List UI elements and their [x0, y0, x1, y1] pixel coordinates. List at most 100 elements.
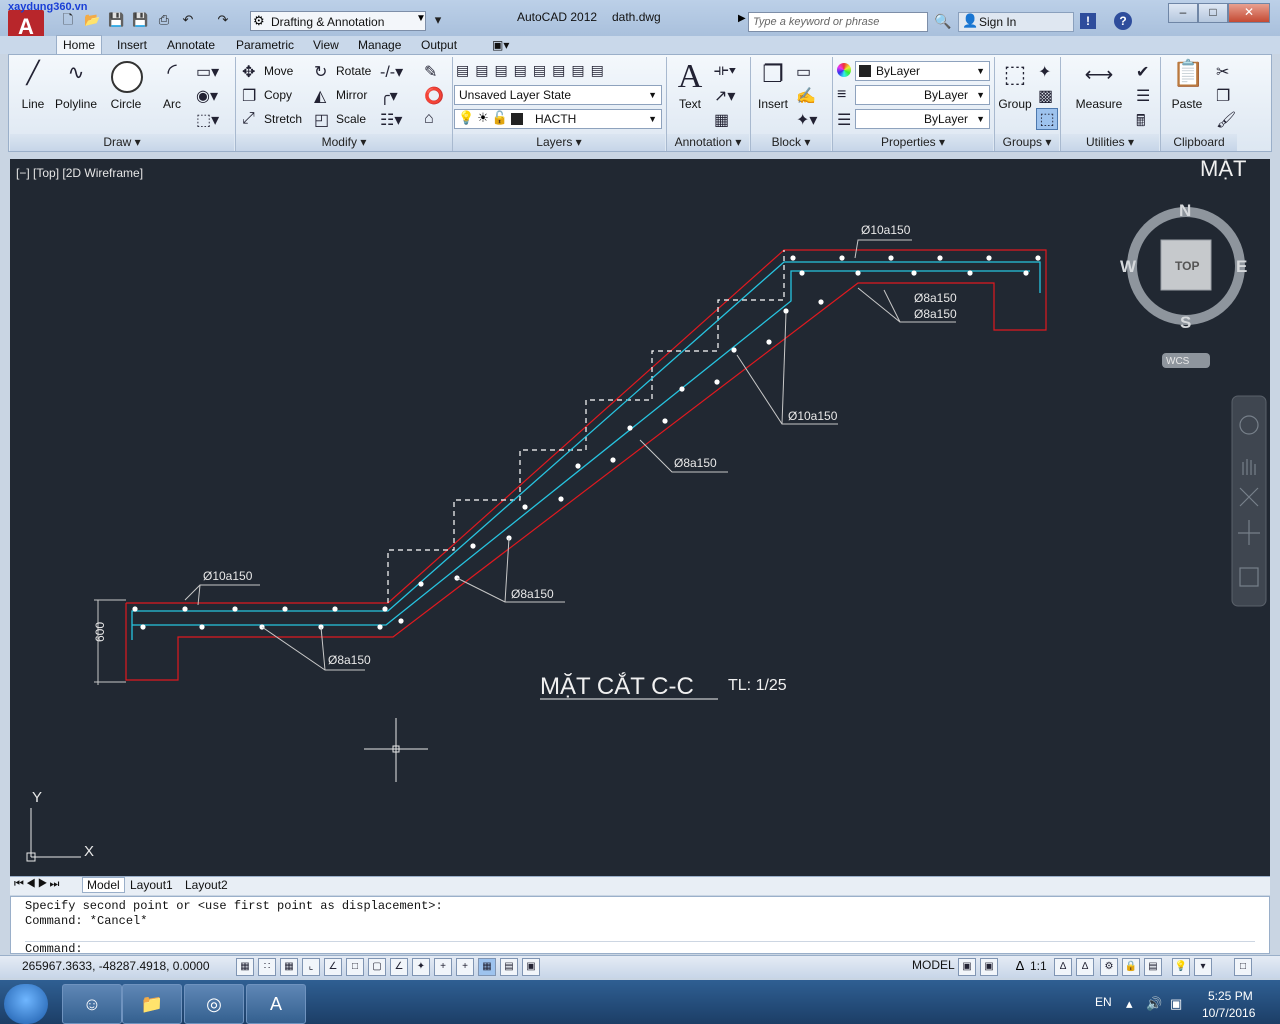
layer-state-dropdown[interactable]: Unsaved Layer State ▼	[454, 85, 662, 105]
object-snap-tracking-icon[interactable]: ∠	[390, 958, 408, 976]
exchange-icon[interactable]: !	[1080, 13, 1096, 29]
network-icon[interactable]: ▣	[1170, 996, 1182, 1012]
arc-icon[interactable]: ◜	[157, 58, 187, 87]
trim-icon[interactable]: -/-▾	[380, 62, 403, 82]
rebar-label-4[interactable]: Ø8a150	[674, 456, 717, 470]
circle-button[interactable]: Circle	[106, 97, 146, 111]
tab-view[interactable]: View	[307, 36, 345, 54]
rebar-label-7[interactable]: Ø8a150	[914, 291, 957, 305]
compass-e[interactable]: E	[1236, 257, 1247, 276]
tab-home[interactable]: Home	[56, 35, 103, 55]
save-as-icon[interactable]: 💾	[132, 12, 148, 28]
draw-panel-title[interactable]: Draw ▾	[10, 134, 234, 151]
drawing-area[interactable]: Ø10a150 Ø8a150 Ø8a150 Ø8a150 Ø10a150 Ø10…	[10, 159, 1270, 876]
navigation-bar[interactable]	[1231, 395, 1267, 607]
section-title[interactable]: MẶT CẮT C-C	[540, 672, 694, 700]
rebar-label-5[interactable]: Ø10a150	[788, 409, 838, 423]
close-button[interactable]: ✕	[1228, 3, 1270, 23]
open-folder-icon[interactable]: 📂	[84, 12, 100, 28]
taskbar-autocad[interactable]: A	[246, 984, 306, 1024]
compass-n[interactable]: N	[1179, 201, 1191, 220]
rotate-button[interactable]: Rotate	[336, 64, 371, 78]
text-button[interactable]: Text	[672, 97, 708, 111]
transparency-icon[interactable]: ▦	[478, 958, 496, 976]
polar-tracking-icon[interactable]: ∠	[324, 958, 342, 976]
grid-display-icon[interactable]: ▦	[280, 958, 298, 976]
utilities-panel-title[interactable]: Utilities ▾	[1061, 134, 1159, 151]
rectangle-icon[interactable]: ▭▾	[196, 62, 219, 82]
insert-block-icon[interactable]: ❐	[758, 60, 788, 89]
annotation-panel-title[interactable]: Annotation ▾	[667, 134, 749, 151]
rebar-bottom[interactable]	[132, 270, 1030, 626]
layout-tab-layout2[interactable]: Layout2	[185, 878, 228, 892]
annotation-visibility-icon[interactable]: ∆	[1054, 958, 1072, 976]
select-all-icon[interactable]: ☰	[1136, 86, 1150, 106]
rebar-label-2[interactable]: Ø8a150	[328, 653, 371, 667]
explode-icon[interactable]: ⭕	[424, 86, 444, 106]
tray-expand-icon[interactable]: ▴	[1126, 996, 1133, 1012]
layout-tab-layout1[interactable]: Layout1	[130, 878, 173, 892]
compass-s[interactable]: S	[1180, 313, 1191, 332]
lineweight-toggle-icon[interactable]: +	[456, 958, 474, 976]
copy-clip-icon[interactable]: ❐	[1216, 86, 1230, 106]
linetype-dropdown[interactable]: ByLayer ▼	[855, 85, 990, 105]
stretch-button[interactable]: Stretch	[264, 112, 302, 126]
boundary-icon[interactable]: ⬚▾	[196, 110, 219, 130]
paste-button[interactable]: Paste	[1168, 97, 1206, 111]
object-snap-icon[interactable]: □	[346, 958, 364, 976]
dynamic-input-icon[interactable]: +	[434, 958, 452, 976]
color-dropdown[interactable]: ByLayer ▼	[855, 61, 990, 81]
save-icon[interactable]: 💾	[108, 12, 124, 28]
tab-output[interactable]: Output	[415, 36, 463, 54]
hatch-icon[interactable]: ◉▾	[196, 86, 218, 106]
match-properties-icon[interactable]: 🖌	[1216, 110, 1236, 130]
workspace-switching-icon[interactable]: ⚙	[1100, 958, 1118, 976]
help-icon[interactable]: ?	[1114, 12, 1132, 30]
line-button[interactable]: Line	[16, 97, 50, 111]
block-attributes-icon[interactable]: ✦▾	[796, 110, 817, 130]
rebar-label-1[interactable]: Ø10a150	[203, 569, 253, 583]
create-block-icon[interactable]: ▭	[796, 62, 811, 82]
circle-icon[interactable]	[111, 61, 143, 93]
print-icon[interactable]: ⎙	[156, 12, 172, 28]
layers-panel-title[interactable]: Layers ▾	[453, 134, 665, 151]
search-input[interactable]: Type a keyword or phrase	[748, 12, 928, 32]
properties-panel-title[interactable]: Properties ▾	[833, 134, 993, 151]
lock-icon[interactable]: 🔒	[1122, 958, 1140, 976]
layout-tab-model[interactable]: Model	[82, 877, 125, 893]
annotation-scale[interactable]: 1:1	[1030, 959, 1047, 973]
dimension-icon[interactable]: ⟛▾	[714, 62, 736, 80]
tab-insert[interactable]: Insert	[111, 36, 153, 54]
offset-icon[interactable]: ⌂	[424, 110, 434, 128]
erase-icon[interactable]: ✎	[424, 62, 437, 82]
partial-title[interactable]: MẶT	[1200, 159, 1246, 181]
table-icon[interactable]: ▦	[714, 110, 729, 130]
rebar-label-6[interactable]: Ø10a150	[861, 223, 911, 237]
clipboard-icon[interactable]: 📋	[1172, 58, 1204, 89]
clean-screen-icon[interactable]: □	[1234, 958, 1252, 976]
color-wheel-icon[interactable]	[837, 63, 851, 77]
drawing-svg[interactable]: Ø10a150 Ø8a150 Ø8a150 Ø8a150 Ø10a150 Ø10…	[10, 159, 1270, 876]
compass-w[interactable]: W	[1120, 257, 1137, 276]
clipboard-panel-title[interactable]: Clipboard	[1161, 134, 1237, 151]
text-icon[interactable]: A	[674, 58, 706, 96]
command-window[interactable]: Specify second point or <use first point…	[10, 896, 1270, 956]
selection-cycling-icon[interactable]: ▣	[522, 958, 540, 976]
group-icon[interactable]: ⬚	[1000, 60, 1030, 89]
calculator-icon[interactable]: 🖩	[1136, 110, 1146, 137]
quick-access-customize-icon[interactable]: ▾	[430, 12, 446, 28]
arc-button[interactable]: Arc	[158, 97, 186, 111]
cut-icon[interactable]: ✂	[1216, 62, 1229, 82]
scale-note[interactable]: TL: 1/25	[728, 677, 787, 694]
viewport-controls-label[interactable]: [−] [Top] [2D Wireframe]	[16, 166, 143, 180]
hardware-acceleration-icon[interactable]: ▤	[1144, 958, 1162, 976]
lineweight-dropdown[interactable]: ByLayer ▼	[855, 109, 990, 129]
command-input[interactable]: Command:	[25, 941, 1255, 956]
quick-select-icon[interactable]: ✔	[1136, 62, 1149, 82]
clock-time[interactable]: 5:25 PM	[1208, 989, 1253, 1003]
polyline-button[interactable]: Polyline	[52, 97, 100, 111]
group-button[interactable]: Group	[996, 97, 1034, 111]
isolate-objects-icon[interactable]: 💡	[1172, 958, 1190, 976]
move-button[interactable]: Move	[264, 64, 293, 78]
redo-icon[interactable]: ↷	[215, 12, 231, 28]
